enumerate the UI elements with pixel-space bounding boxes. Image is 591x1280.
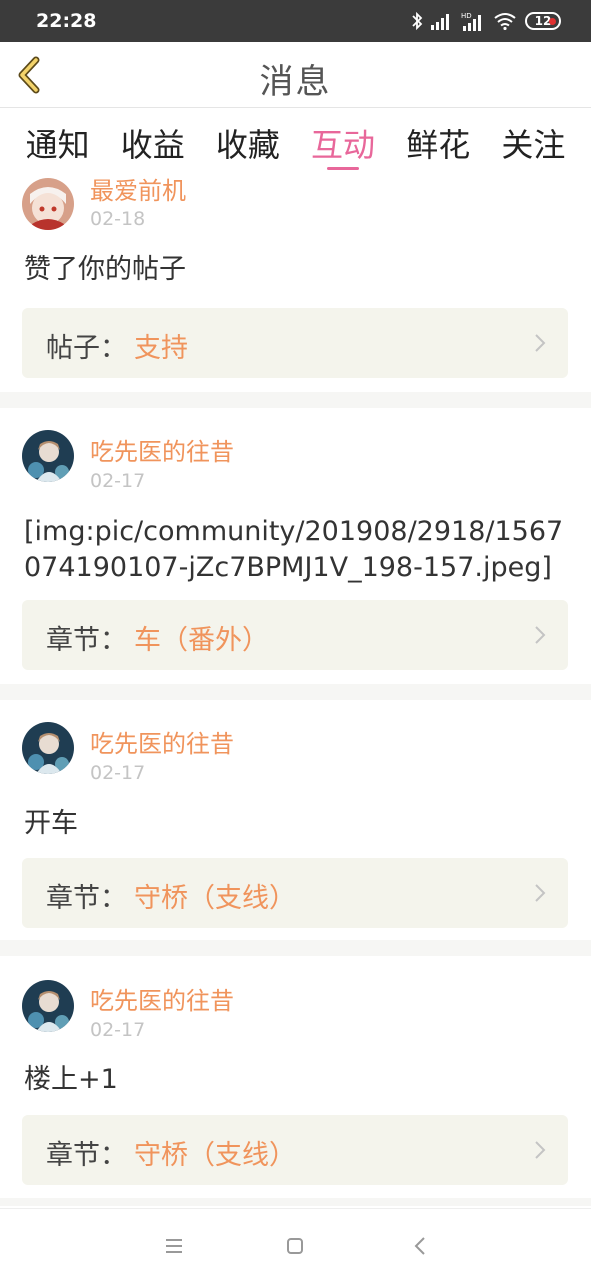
ref-title: 守桥（支线） [134, 883, 296, 914]
tab-following[interactable]: 关注 [501, 108, 565, 176]
svg-text:HD: HD [461, 12, 472, 20]
home-square-icon [287, 1238, 303, 1254]
ref-label: 帖子： [46, 333, 127, 364]
message-content: 开车 [24, 808, 78, 839]
status-bar: 22:28 HD 12 [0, 0, 591, 42]
author-name[interactable]: 吃先医的往昔 [90, 981, 234, 1016]
system-back-button[interactable] [405, 1231, 435, 1261]
back-arrow-icon [414, 1237, 425, 1255]
message-card: 吃先医的往昔 02-17 楼上+1 章节： 守桥（支线） [0, 956, 591, 1198]
home-button[interactable] [280, 1231, 310, 1261]
ref-title: 车（番外） [134, 625, 269, 656]
message-card: 吃先医的往昔 02-17 [img:pic/community/201908/2… [0, 408, 591, 684]
referenced-chapter[interactable]: 章节： 守桥（支线） [22, 1115, 568, 1185]
referenced-chapter[interactable]: 章节： 守桥（支线） [22, 858, 568, 928]
referenced-chapter[interactable]: 章节： 车（番外） [22, 600, 568, 670]
system-nav-bar [0, 1208, 591, 1280]
chevron-right-icon [535, 1141, 546, 1159]
active-tab-indicator [327, 167, 360, 170]
tab-notifications[interactable]: 通知 [26, 108, 90, 176]
author-name[interactable]: 吃先医的往昔 [90, 724, 234, 759]
message-date: 02-17 [90, 470, 146, 492]
avatar[interactable] [22, 178, 74, 230]
message-card: 最爱前机 02-18 赞了你的帖子 帖子： 支持 [0, 176, 591, 392]
ref-label: 章节： [46, 625, 127, 656]
status-time: 22:28 [36, 10, 97, 32]
message-feed[interactable]: 最爱前机 02-18 赞了你的帖子 帖子： 支持 吃先医的往昔 02-17 [i… [0, 176, 591, 1206]
referenced-post[interactable]: 帖子： 支持 [22, 308, 568, 378]
ref-label: 章节： [46, 1140, 127, 1171]
menu-button[interactable] [159, 1231, 189, 1261]
battery-icon: 12 [525, 12, 561, 30]
chevron-right-icon [535, 884, 546, 902]
tab-label: 关注 [501, 126, 566, 164]
message-card: 吃先医的往昔 02-17 开车 章节： 守桥（支线） [0, 700, 591, 940]
message-content: 楼上+1 [24, 1064, 118, 1095]
message-date: 02-17 [90, 762, 146, 784]
message-content: 赞了你的帖子 [24, 254, 186, 285]
avatar[interactable] [22, 980, 74, 1032]
tab-interactions[interactable]: 互动 [311, 108, 375, 176]
message-date: 02-17 [90, 1019, 146, 1041]
tab-bar: 通知 收益 收藏 互动 鲜花 关注 [0, 108, 591, 176]
battery-alert-dot [549, 18, 556, 25]
bluetooth-icon [412, 11, 423, 31]
wifi-icon [494, 13, 516, 30]
menu-icon [166, 1239, 182, 1253]
page-title: 消息 [259, 62, 332, 102]
author-name[interactable]: 吃先医的往昔 [90, 432, 234, 467]
tab-favorites[interactable]: 收藏 [216, 108, 280, 176]
tab-earnings[interactable]: 收益 [121, 108, 185, 176]
chevron-right-icon [535, 334, 546, 352]
tab-label: 鲜花 [406, 126, 471, 164]
tab-label: 收藏 [215, 126, 280, 164]
signal-hd-icon: HD [461, 12, 481, 31]
message-date: 02-18 [90, 208, 146, 230]
avatar[interactable] [22, 430, 74, 482]
author-name[interactable]: 最爱前机 [90, 176, 186, 206]
message-content: [img:pic/community/201908/2918/156707419… [24, 516, 564, 583]
signal-icon [431, 14, 449, 30]
chevron-right-icon [535, 626, 546, 644]
tab-label: 互动 [311, 126, 376, 164]
header: 消息 [0, 42, 591, 108]
ref-label: 章节： [46, 883, 127, 914]
status-icons: HD 12 [411, 10, 561, 32]
ref-title: 守桥（支线） [134, 1140, 296, 1171]
ref-title: 支持 [134, 333, 188, 364]
tab-flowers[interactable]: 鲜花 [406, 108, 470, 176]
tab-label: 通知 [25, 126, 90, 164]
avatar[interactable] [22, 722, 74, 774]
tab-label: 收益 [120, 126, 185, 164]
